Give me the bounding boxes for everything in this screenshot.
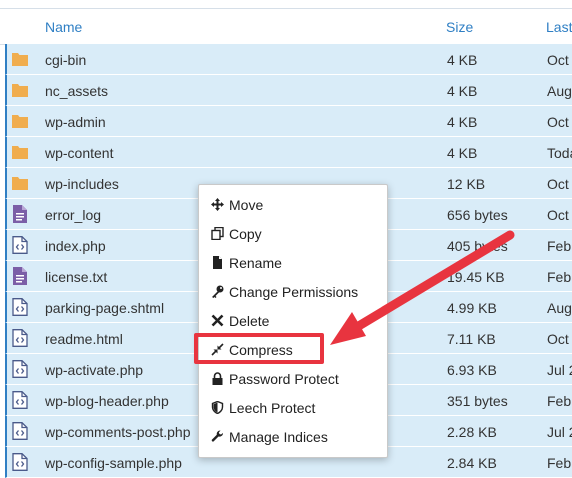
table-row[interactable]: wp-content 4 KB Toda	[5, 137, 572, 168]
last-modified-column-header[interactable]: Last	[546, 19, 572, 35]
file-name[interactable]: index.php	[45, 238, 106, 254]
folder-icon	[12, 81, 28, 99]
code-file-icon	[12, 329, 28, 347]
file-last-modified: Toda	[547, 145, 572, 161]
shield-icon	[211, 401, 224, 414]
file-size: 19.45 KB	[447, 269, 505, 285]
file-size: 656 bytes	[447, 207, 508, 223]
folder-icon	[12, 174, 28, 192]
file-last-modified: Oct	[547, 331, 569, 347]
size-column-header[interactable]: Size	[446, 19, 473, 35]
lock-icon	[212, 372, 223, 385]
file-last-modified: Oct	[547, 207, 569, 223]
file-last-modified: Feb	[547, 269, 572, 285]
file-last-modified: Jul 2	[547, 362, 572, 378]
name-column-header[interactable]: Name	[45, 19, 82, 35]
code-file-icon	[12, 422, 28, 440]
file-name[interactable]: wp-includes	[45, 176, 119, 192]
file-name[interactable]: parking-page.shtml	[45, 300, 164, 316]
file-last-modified: Feb	[547, 238, 572, 254]
file-name[interactable]: wp-content	[45, 145, 113, 161]
menu-item-label: Copy	[229, 226, 262, 242]
table-row[interactable]: wp-admin 4 KB Oct	[5, 106, 572, 137]
key-icon	[212, 285, 224, 298]
file-name[interactable]: nc_assets	[45, 83, 108, 99]
file-last-modified: Oct	[547, 176, 569, 192]
folder-icon	[12, 143, 28, 161]
copy-icon	[211, 227, 224, 240]
menu-item-label: Rename	[229, 255, 282, 271]
code-file-icon	[12, 236, 28, 254]
code-file-icon	[12, 360, 28, 378]
menu-item-label: Password Protect	[229, 371, 339, 387]
file-last-modified: Feb	[547, 393, 572, 409]
code-file-icon	[12, 453, 28, 471]
compress-highlight-box	[194, 333, 324, 364]
text-file-icon	[12, 267, 28, 285]
file-name[interactable]: readme.html	[45, 331, 123, 347]
file-name[interactable]: wp-activate.php	[45, 362, 143, 378]
file-size: 351 bytes	[447, 393, 508, 409]
folder-icon	[12, 50, 28, 68]
file-size: 4 KB	[447, 114, 478, 130]
context-menu: Move Copy Rename Change Permissions Dele…	[198, 184, 388, 458]
file-size: 12 KB	[447, 176, 486, 192]
file-last-modified: Aug	[547, 300, 572, 316]
file-name[interactable]: wp-admin	[45, 114, 106, 130]
code-file-icon	[12, 298, 28, 316]
file-name[interactable]: wp-blog-header.php	[45, 393, 169, 409]
file-size: 4 KB	[447, 52, 478, 68]
delete-icon	[211, 314, 224, 327]
move-icon	[211, 198, 224, 211]
file-size: 4 KB	[447, 83, 478, 99]
file-name[interactable]: cgi-bin	[45, 52, 86, 68]
rename-icon	[213, 256, 222, 269]
menu-item-label: Move	[229, 197, 264, 213]
file-size: 6.93 KB	[447, 362, 497, 378]
wrench-icon	[211, 430, 224, 442]
table-header: Name Size Last	[0, 8, 572, 45]
file-size: 405 bytes	[447, 238, 508, 254]
file-size: 4.99 KB	[447, 300, 497, 316]
file-size: 7.11 KB	[447, 331, 496, 347]
file-name[interactable]: wp-comments-post.php	[45, 424, 191, 440]
file-last-modified: Oct	[547, 52, 569, 68]
menu-item-label: Leech Protect	[229, 400, 316, 416]
menu-item-label: Delete	[229, 313, 270, 329]
code-file-icon	[12, 391, 28, 409]
folder-icon	[12, 112, 28, 130]
menu-item-label: Manage Indices	[229, 429, 328, 445]
table-row[interactable]: nc_assets 4 KB Aug	[5, 75, 572, 106]
menu-item-label: Change Permissions	[229, 284, 359, 300]
text-file-icon	[12, 205, 28, 223]
file-size: 2.28 KB	[447, 424, 497, 440]
file-size: 4 KB	[447, 145, 478, 161]
file-last-modified: Jul 2	[547, 424, 572, 440]
file-name[interactable]: error_log	[45, 207, 101, 223]
table-row[interactable]: cgi-bin 4 KB Oct	[5, 44, 572, 75]
file-last-modified: Aug	[547, 83, 572, 99]
file-name[interactable]: license.txt	[45, 269, 107, 285]
file-last-modified: Oct	[547, 114, 569, 130]
